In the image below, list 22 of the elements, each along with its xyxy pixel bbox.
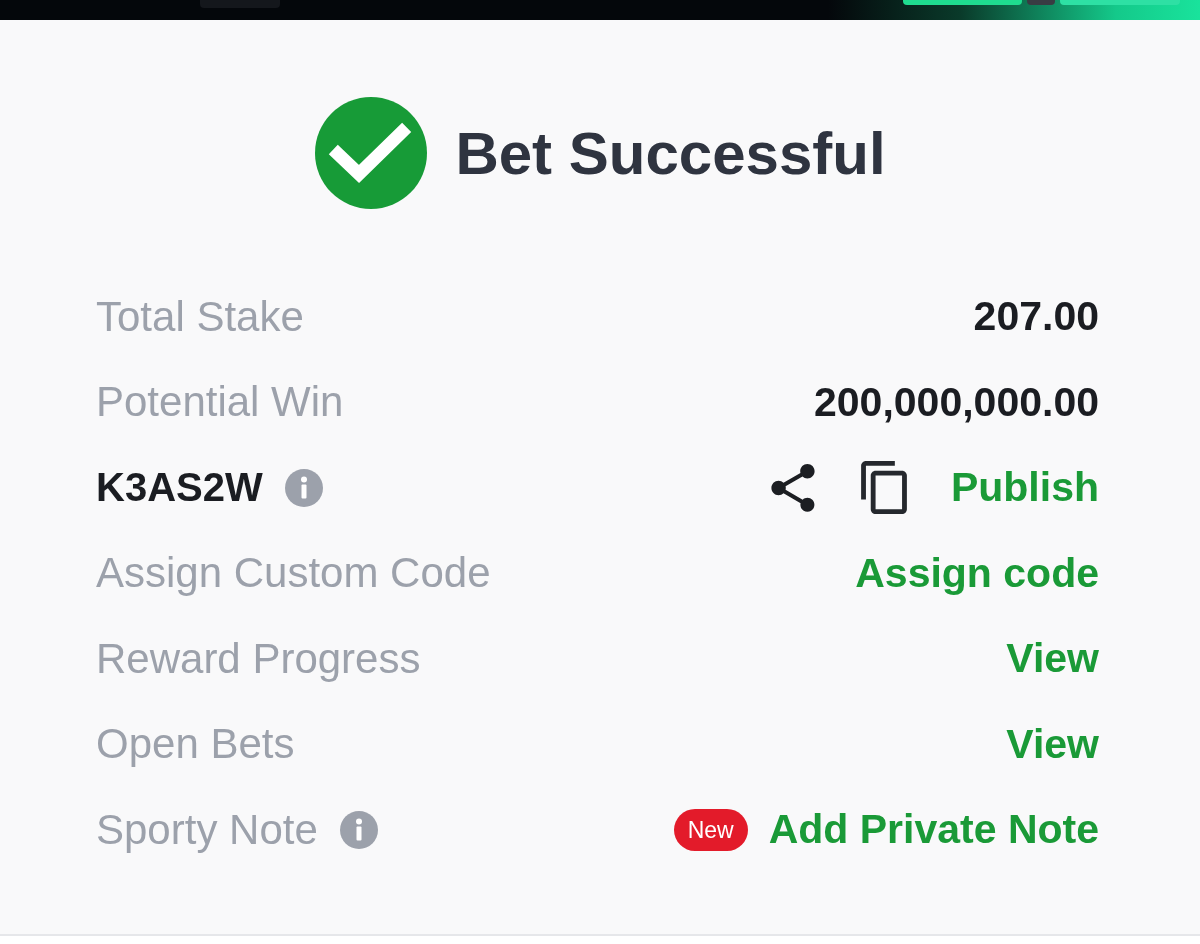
- info-icon[interactable]: [284, 468, 323, 507]
- row-label: Open Bets: [96, 720, 295, 769]
- new-badge: New: [673, 808, 748, 851]
- share-icon[interactable]: [770, 463, 815, 512]
- row-label: Assign Custom Code: [96, 549, 491, 598]
- copy-icon[interactable]: [860, 461, 907, 515]
- info-icon[interactable]: [339, 810, 378, 849]
- amount-value: 200,000,000.00: [814, 378, 1099, 426]
- action-link[interactable]: View: [1006, 720, 1099, 768]
- row-label: Reward Progress: [96, 634, 421, 683]
- row-label: Total Stake: [96, 292, 304, 341]
- row-label: Potential Win: [96, 378, 344, 427]
- amount-value: 207.00: [973, 293, 1099, 341]
- add-note-link[interactable]: Add Private Note: [768, 806, 1099, 854]
- booking-code: K3AS2W: [96, 465, 263, 511]
- header-button[interactable]: [1027, 0, 1055, 5]
- action-link[interactable]: Assign code: [855, 549, 1099, 597]
- action-link[interactable]: View: [1006, 635, 1099, 683]
- row-label: Sporty Note: [96, 805, 318, 854]
- success-title: Bet Successful: [455, 118, 886, 188]
- success-check-icon: [315, 97, 428, 209]
- publish-link[interactable]: Publish: [950, 464, 1099, 512]
